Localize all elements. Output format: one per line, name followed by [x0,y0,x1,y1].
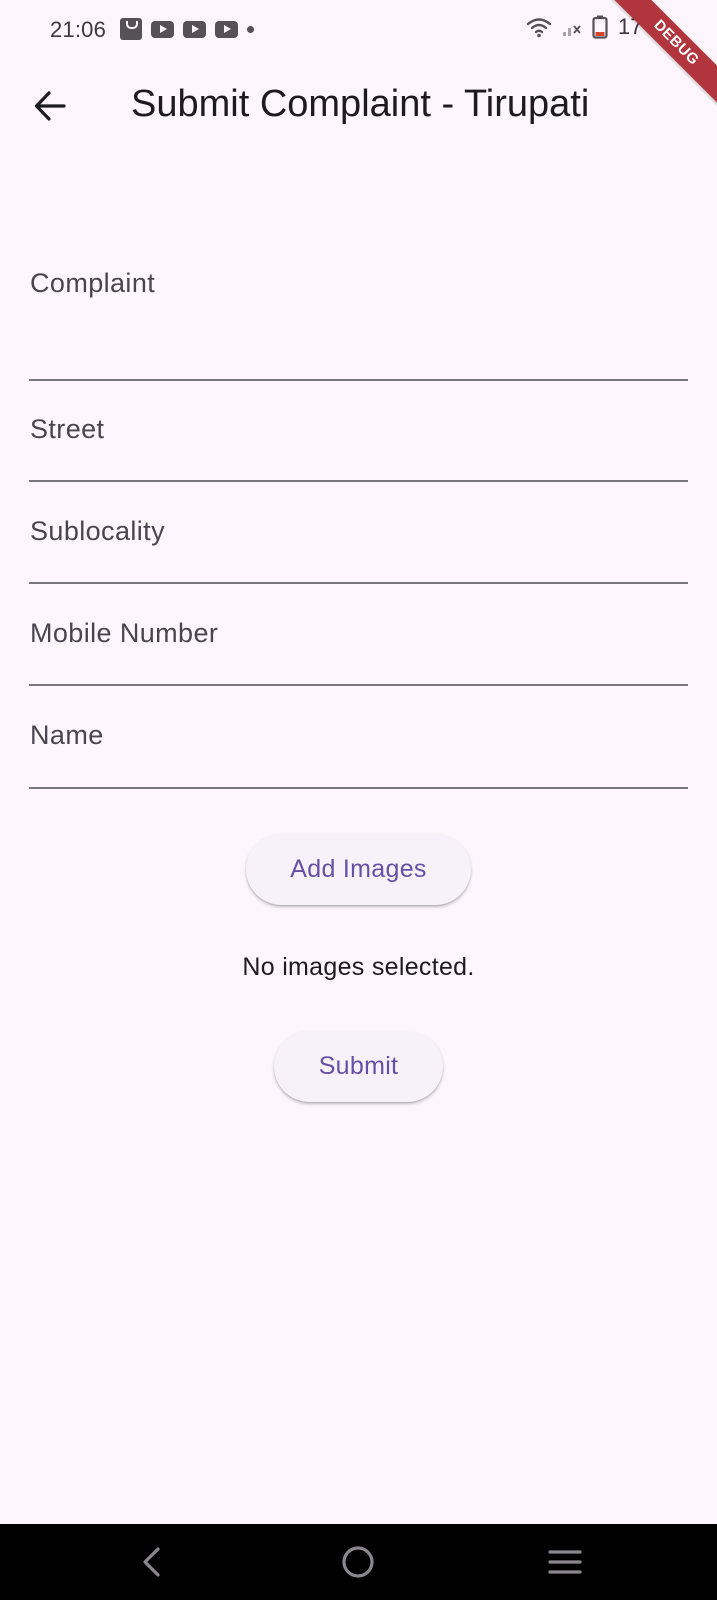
home-icon [342,1546,374,1578]
arrow-back-icon [34,91,66,121]
youtube-icon [183,20,206,38]
bag-icon [120,18,142,40]
app-bar: Submit Complaint - Tirupati [0,60,717,160]
complaint-field[interactable]: Complaint [29,250,688,381]
system-icons: 17 [526,14,642,40]
battery-icon [592,15,608,39]
screen: 21:06 17 DEBUG Submit Complaint - Tirupa… [0,0,717,1600]
notification-icons [120,18,254,40]
nav-recents-button[interactable] [541,1540,589,1584]
wifi-icon [526,18,552,38]
dot-icon [247,25,254,33]
signal-icon [563,25,581,36]
street-field[interactable]: Street [29,400,688,482]
youtube-icon [215,20,238,38]
name-input[interactable] [29,707,688,787]
status-time: 21:06 [50,17,107,42]
mobile-number-field[interactable]: Mobile Number [29,604,688,686]
mobile-number-input[interactable] [29,604,688,684]
street-input[interactable] [29,400,688,480]
back-button[interactable] [22,78,78,134]
submit-button[interactable]: Submit [274,1031,443,1102]
complaint-input[interactable] [29,250,688,379]
nav-home-button[interactable] [334,1540,382,1584]
back-icon [143,1547,160,1577]
sublocality-input[interactable] [29,502,688,582]
status-bar: 21:06 17 [0,0,717,60]
page-title: Submit Complaint - Tirupati [131,83,590,125]
recents-icon [548,1550,582,1574]
no-images-text: No images selected. [242,953,475,981]
add-images-button[interactable]: Add Images [246,834,471,905]
name-field[interactable]: Name [29,707,688,789]
youtube-icon [151,20,174,38]
navigation-bar [0,1524,717,1600]
nav-back-button[interactable] [128,1540,176,1584]
sublocality-field[interactable]: Sublocality [29,502,688,584]
